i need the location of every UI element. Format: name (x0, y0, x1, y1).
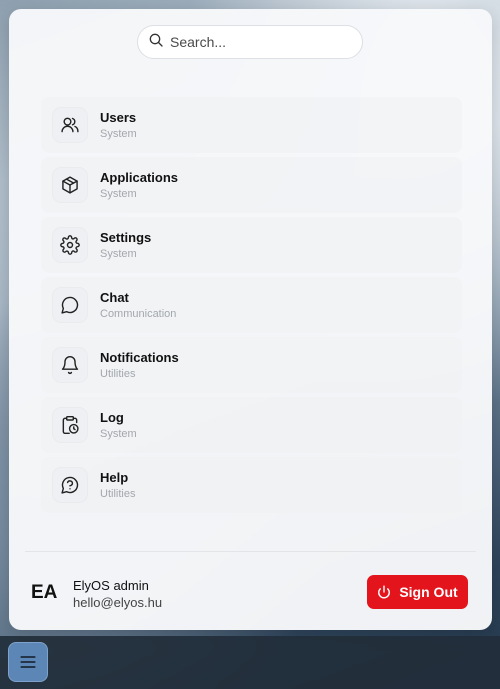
sign-out-label: Sign Out (399, 584, 458, 600)
user-email: hello@elyos.hu (73, 595, 163, 610)
help-circle-icon (53, 468, 87, 502)
app-category: System (100, 247, 137, 260)
taskbar (0, 636, 500, 689)
app-name: Notifications (100, 349, 179, 365)
menu-icon (20, 656, 36, 668)
app-item-users[interactable]: Users System (41, 97, 462, 153)
app-item-chat[interactable]: Chat Communication (41, 277, 462, 333)
app-name: Chat (100, 289, 129, 305)
search-input[interactable] (170, 34, 350, 50)
app-category: Utilities (100, 367, 136, 380)
app-name: Users (100, 109, 137, 125)
app-item-applications[interactable]: Applications System (41, 157, 462, 213)
box-icon (53, 168, 87, 202)
gear-icon (53, 228, 87, 262)
app-name: Log (100, 409, 124, 425)
clipboard-clock-icon (53, 408, 87, 442)
app-list: Users System Applications System Setting… (41, 97, 462, 517)
app-name: Settings (100, 229, 152, 245)
chat-icon (53, 288, 87, 322)
app-item-log[interactable]: Log System (41, 397, 462, 453)
app-category: System (100, 127, 137, 140)
start-menu-panel: Users System Applications System Setting… (9, 9, 492, 630)
start-menu-button[interactable] (8, 642, 48, 682)
search-icon (148, 32, 164, 53)
app-category: System (100, 187, 137, 200)
app-category: Communication (100, 307, 177, 320)
app-item-help[interactable]: Help Utilities (41, 457, 462, 513)
bell-icon (53, 348, 87, 382)
app-name: Applications (100, 169, 179, 185)
divider (25, 551, 476, 552)
app-category: Utilities (100, 487, 136, 500)
app-item-settings[interactable]: Settings System (41, 217, 462, 273)
sign-out-button[interactable]: Sign Out (367, 575, 468, 609)
user-name: ElyOS admin (73, 578, 149, 593)
power-icon (378, 585, 391, 599)
app-item-notifications[interactable]: Notifications Utilities (41, 337, 462, 393)
search-box[interactable] (137, 25, 363, 59)
avatar: EA (31, 582, 58, 603)
users-icon (53, 108, 87, 142)
app-name: Help (100, 469, 129, 485)
app-category: System (100, 427, 137, 440)
